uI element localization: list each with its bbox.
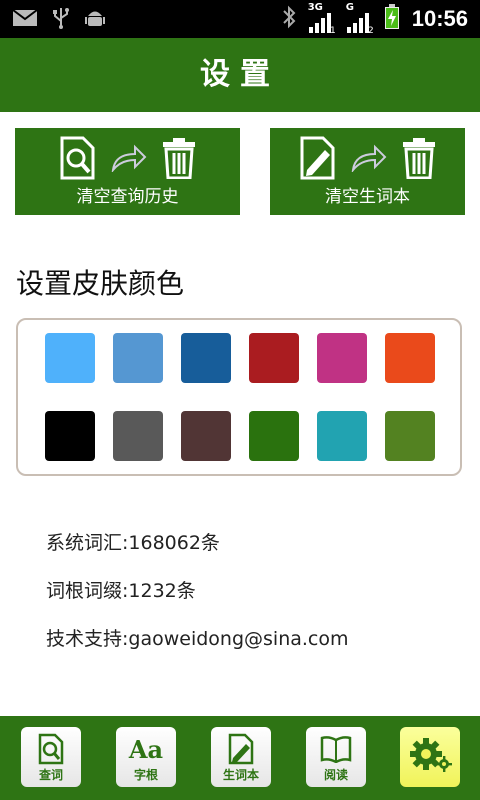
document-search-icon [59,136,97,184]
support-contact: 技术支持:gaoweidong@sina.com [46,628,349,650]
signal-g-icon: G 2 [346,2,374,36]
tab-roots[interactable]: Aa 字根 [116,727,176,787]
usb-icon [52,7,70,33]
color-swatch[interactable] [113,411,163,461]
android-debug-icon [84,7,106,33]
color-swatch[interactable] [249,411,299,461]
system-word-count: 系统词汇:168062条 [46,532,220,554]
bluetooth-icon [282,5,296,33]
root-affix-count: 词根词缀:1232条 [46,580,196,602]
status-bar: 3G 1 G 2 10:56 [0,0,480,38]
tab-label: 查词 [38,768,63,782]
font-aa-icon: Aa [128,734,164,764]
battery-charging-icon [384,4,400,34]
bottom-tab-bar: 查词 Aa 字根 生词本 阅读 [0,716,480,800]
clear-vocabulary-label: 清空生词本 [325,187,410,207]
color-palette [16,318,462,476]
gear-icon [400,737,460,772]
trash-icon [401,137,437,183]
color-swatch[interactable] [385,333,435,383]
skin-color-heading: 设置皮肤颜色 [16,267,185,300]
clear-vocabulary-button[interactable]: 清空生词本 [270,128,465,215]
tab-label: 生词本 [222,768,259,782]
document-edit-icon [211,732,271,766]
page-title: 设置 [0,38,480,112]
tab-settings[interactable] [400,727,460,787]
color-swatch[interactable] [317,333,367,383]
color-swatch[interactable] [181,333,231,383]
color-swatch[interactable] [249,333,299,383]
tab-lookup[interactable]: 查词 [21,727,81,787]
sim-slot-label: 1 [329,26,336,36]
color-swatch[interactable] [45,411,95,461]
sim-slot-label: 2 [367,26,374,36]
color-swatch[interactable] [113,333,163,383]
tab-reading[interactable]: 阅读 [306,727,366,787]
clear-history-button[interactable]: 清空查询历史 [15,128,240,215]
color-swatch[interactable] [385,411,435,461]
tab-vocabulary[interactable]: 生词本 [211,727,271,787]
color-swatch[interactable] [317,411,367,461]
tab-label: 字根 [133,768,158,782]
color-swatch[interactable] [181,411,231,461]
document-edit-icon [299,136,337,184]
signal-3g-icon: 3G 1 [308,2,336,36]
clock: 10:56 [411,6,468,31]
mail-icon [12,8,38,32]
arrow-right-icon [351,144,387,176]
clear-history-label: 清空查询历史 [76,187,179,207]
book-icon [306,732,366,766]
arrow-right-icon [111,144,147,176]
tab-label: 阅读 [323,768,348,782]
document-search-icon [21,732,81,766]
color-swatch[interactable] [45,333,95,383]
trash-icon [161,137,197,183]
